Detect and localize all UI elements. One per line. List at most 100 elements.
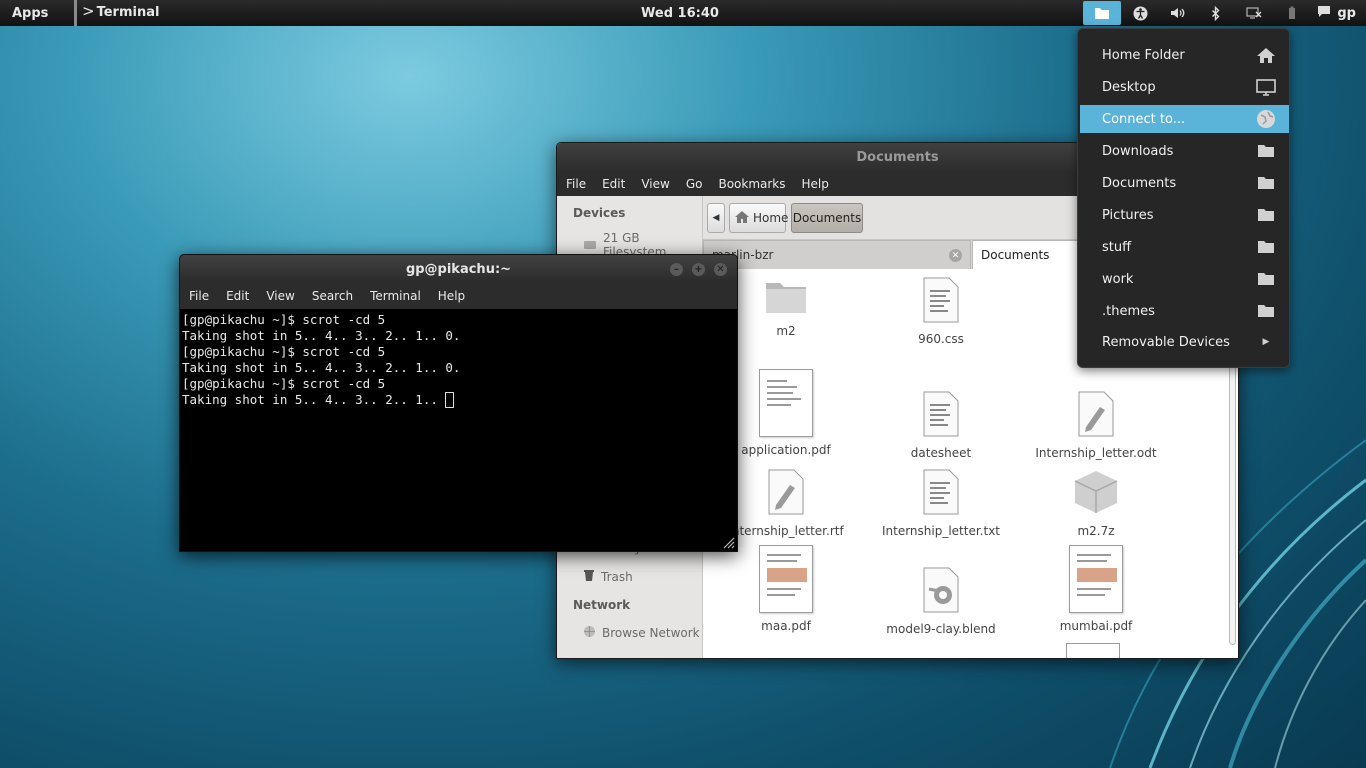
file-name: m2.7z [1077,524,1115,538]
places-item-themes[interactable]: .themes [1080,297,1289,325]
menu-file[interactable]: File [566,177,586,191]
places-item-pictures[interactable]: Pictures [1080,201,1289,229]
close-icon[interactable]: ✕ [714,263,727,276]
chat-icon [1317,5,1331,22]
tab-marlin-bzr[interactable]: marlin-bzr ✕ [703,240,971,269]
battery-icon[interactable] [1273,1,1311,25]
places-item-label: stuff [1102,239,1132,255]
menu-bookmarks[interactable]: Bookmarks [718,177,785,191]
folder-icon [764,277,808,318]
menu-help[interactable]: Help [438,289,465,303]
bluetooth-icon[interactable] [1197,1,1235,25]
places-item-removable-devices[interactable]: Removable Devices ▶ [1080,328,1289,356]
places-icon[interactable] [1083,1,1122,25]
file-name: Internship_letter.odt [1035,446,1157,460]
pdf-thumbnail-icon [759,369,813,437]
network-globe-icon [583,625,596,641]
menu-file[interactable]: File [189,289,209,303]
file-item[interactable]: Internship_letter.odt [1031,391,1161,460]
panel-divider [74,0,77,26]
menu-view[interactable]: View [266,289,294,303]
menu-terminal[interactable]: Terminal [370,289,421,303]
text-file-icon [921,277,961,326]
file-item[interactable]: maa.pdf [721,545,851,633]
clock[interactable]: Wed 16:40 [641,6,719,21]
places-item-desktop[interactable]: Desktop [1080,73,1289,101]
breadcrumb-documents[interactable]: Documents [791,203,863,233]
folder-icon [1255,272,1277,286]
back-button[interactable]: ◀ [707,203,725,233]
menu-edit[interactable]: Edit [226,289,249,303]
file-item[interactable]: mumbai.pdf [1031,545,1161,633]
file-name: m2 [776,324,796,338]
places-item-work[interactable]: work [1080,265,1289,293]
menu-edit[interactable]: Edit [602,177,625,191]
terminal-line: [gp@pikachu ~]$ scrot -cd 5 [182,376,386,391]
user-menu[interactable]: gp [1311,5,1366,22]
close-icon[interactable]: ✕ [949,249,962,262]
archive-box-icon [1072,469,1120,518]
folder-icon [1255,208,1277,222]
file-name: 960.css [918,332,964,346]
submenu-arrow-icon: ▶ [1262,337,1270,347]
chevron-left-icon: ◀ [712,213,720,223]
maximize-icon[interactable]: + [692,263,705,276]
menu-help[interactable]: Help [802,177,829,191]
file-item[interactable]: application.pdf [721,369,851,457]
places-item-label: Home Folder [1102,47,1185,63]
file-item[interactable]: Internship_letter.rtf [721,469,851,538]
breadcrumb-home[interactable]: Home [729,203,788,233]
monitor-icon [1255,78,1277,96]
file-item[interactable]: 960.css [876,277,1006,346]
sidebar-item-label: Browse Network [602,626,700,640]
accessibility-icon[interactable] [1121,1,1159,25]
apps-button[interactable]: Apps [12,6,48,21]
sidebar-item-trash[interactable]: Trash [583,569,633,585]
document-pen-icon [1076,391,1116,440]
places-item-connect-to[interactable]: Connect to... [1080,105,1289,133]
user-name: gp [1337,5,1356,21]
top-panel: Apps > Terminal Wed 16:40 gp [0,0,1366,26]
places-item-stuff[interactable]: stuff [1080,233,1289,261]
drive-icon [583,238,597,253]
file-name: Internship_letter.txt [881,524,1001,538]
menu-go[interactable]: Go [686,177,703,191]
resize-grip-icon[interactable] [721,535,735,549]
minimize-icon[interactable]: – [670,263,683,276]
terminal-line: Taking shot in 5.. 4.. 3.. 2.. 1.. [182,392,735,408]
places-item-downloads[interactable]: Downloads [1080,137,1289,165]
file-name: Internship_letter.rtf [728,524,844,538]
pdf-thumbnail-icon [759,545,813,613]
terminal-icon: > [82,1,95,20]
file-item[interactable]: m2 [721,277,851,338]
document-pen-icon [766,469,806,518]
file-item[interactable]: Internship_letter.txt [876,469,1006,538]
terminal-titlebar[interactable]: gp@pikachu:~ – + ✕ [180,255,737,283]
terminal-line: Taking shot in 5.. 4.. 3.. 2.. 1.. 0. [182,360,461,375]
file-item[interactable]: m2.7z [1031,469,1161,538]
menu-view[interactable]: View [641,177,669,191]
file-item[interactable]: model9-clay.blend [876,567,1006,636]
network-icon[interactable] [1235,1,1273,25]
terminal-output[interactable]: [gp@pikachu ~]$ scrot -cd 5 Taking shot … [180,309,737,411]
volume-icon[interactable] [1159,1,1197,25]
folder-icon [1255,176,1277,190]
places-item-label: Pictures [1102,207,1154,223]
places-item-home-folder[interactable]: Home Folder [1080,41,1289,69]
app-menu-button[interactable]: > Terminal [82,1,160,20]
sidebar-item-browse-network[interactable]: Browse Network [583,625,700,641]
system-tray: gp [1083,0,1366,26]
text-cursor [445,392,455,408]
app-menu-label: Terminal [96,5,160,20]
terminal-menubar: File Edit View Search Terminal Help [180,283,737,309]
menu-search[interactable]: Search [312,289,353,303]
places-item-label: Desktop [1102,79,1156,95]
places-item-label: work [1102,271,1134,287]
places-item-documents[interactable]: Documents [1080,169,1289,197]
file-name: mumbai.pdf [1059,619,1133,633]
file-name: model9-clay.blend [886,622,996,636]
places-item-label: Connect to... [1102,111,1186,127]
terminal-title: gp@pikachu:~ [405,262,512,277]
sidebar-item-label: Trash [601,570,633,584]
file-item[interactable]: datesheet [876,391,1006,460]
